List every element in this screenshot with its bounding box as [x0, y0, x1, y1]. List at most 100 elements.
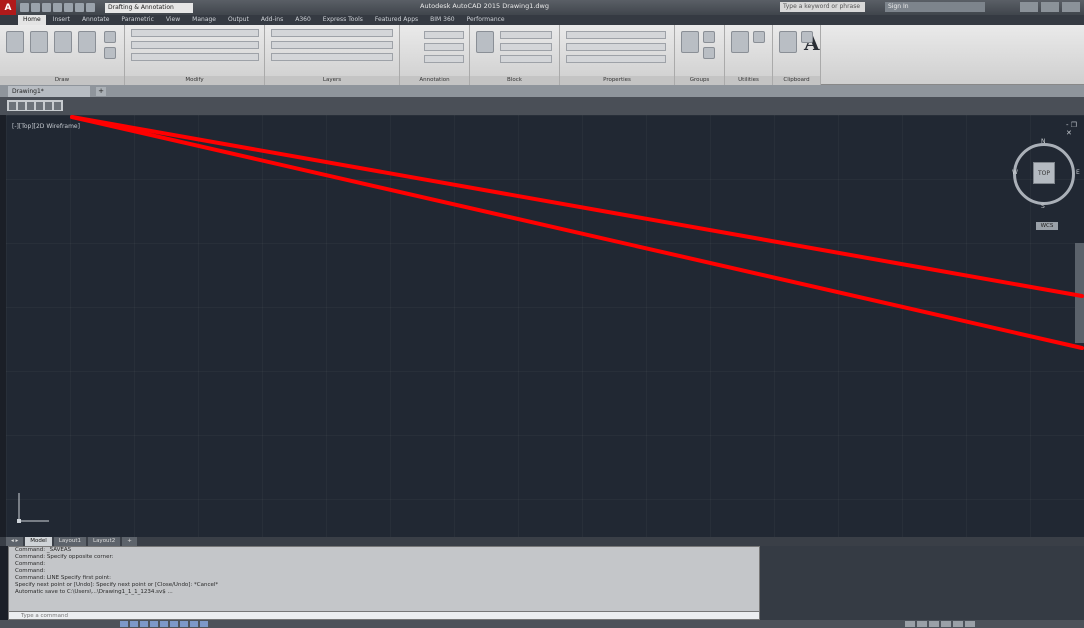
compass-south[interactable]: S [1041, 203, 1045, 210]
navigation-bar[interactable] [1075, 243, 1084, 343]
edit-attributes-row[interactable] [500, 55, 552, 63]
save-icon[interactable] [27, 101, 34, 110]
wcs-menu-button[interactable]: WCS [1036, 222, 1058, 230]
redo-icon[interactable] [86, 3, 95, 12]
sign-in-button[interactable]: Sign In [885, 2, 985, 12]
workspace-dropdown[interactable]: Drafting & Annotation [105, 2, 193, 13]
dimension-row[interactable] [424, 31, 464, 39]
dropdown-arrow-icon[interactable] [54, 101, 61, 110]
create-block-row[interactable] [500, 31, 552, 39]
new-tab-button[interactable]: + [96, 87, 106, 96]
undo-icon[interactable] [36, 101, 43, 110]
panel-modify: Modify [125, 25, 265, 85]
lineweight-dropdown[interactable] [566, 43, 666, 51]
arc-icon[interactable] [78, 31, 96, 53]
add-layout-button[interactable]: + [122, 537, 137, 546]
save-as-icon[interactable] [53, 3, 62, 12]
stretch-scale-array-row[interactable] [131, 53, 259, 61]
ungroup-icon[interactable] [703, 31, 715, 43]
tab-featured-apps[interactable]: Featured Apps [370, 15, 423, 25]
layer-tools-row[interactable] [271, 29, 393, 37]
redo-icon[interactable] [45, 101, 52, 110]
minimize-icon[interactable] [1020, 2, 1038, 12]
viewport-controls-label[interactable]: [-][Top][2D Wireframe] [12, 123, 80, 130]
layer-states-row[interactable] [271, 53, 393, 61]
layer-dropdown[interactable] [271, 41, 393, 49]
maximize-icon[interactable] [1041, 2, 1059, 12]
panel-groups: Groups [675, 25, 725, 85]
move-rotate-trim-row[interactable] [131, 29, 259, 37]
tab-bim360[interactable]: BIM 360 [425, 15, 459, 25]
tab-a360[interactable]: A360 [290, 15, 316, 25]
viewport-window-controls[interactable]: - ❐ ✕ [1066, 121, 1084, 137]
document-tab[interactable]: Drawing1* [8, 86, 90, 97]
tab-performance[interactable]: Performance [462, 15, 510, 25]
panel-utilities: Utilities [725, 25, 773, 85]
new-icon[interactable] [20, 3, 29, 12]
selection-cycling-icon[interactable] [200, 621, 208, 627]
tab-output[interactable]: Output [223, 15, 254, 25]
circle-icon[interactable] [54, 31, 72, 53]
leader-row[interactable] [424, 43, 464, 51]
clean-screen-icon[interactable] [953, 621, 963, 627]
paste-icon[interactable] [779, 31, 797, 53]
color-dropdown[interactable] [566, 31, 666, 39]
rectangle-icon[interactable] [104, 31, 116, 43]
copy-clip-icon[interactable] [801, 31, 813, 43]
linetype-dropdown[interactable] [566, 55, 666, 63]
customization-icon[interactable] [965, 621, 975, 627]
drawing-viewport[interactable] [6, 115, 1084, 537]
open-icon[interactable] [31, 3, 40, 12]
group-edit-icon[interactable] [703, 47, 715, 59]
otrack-icon[interactable] [170, 621, 178, 627]
close-icon[interactable] [1062, 2, 1080, 12]
measure-icon[interactable] [731, 31, 749, 53]
tab-add-ins[interactable]: Add-ins [256, 15, 288, 25]
tab-layout2[interactable]: Layout2 [88, 537, 121, 546]
quick-select-icon[interactable] [753, 31, 765, 43]
tab-manage[interactable]: Manage [187, 15, 221, 25]
tab-annotate[interactable]: Annotate [77, 15, 114, 25]
transparency-icon[interactable] [190, 621, 198, 627]
tab-express-tools[interactable]: Express Tools [318, 15, 368, 25]
command-input[interactable]: Type a command [8, 611, 760, 620]
search-input[interactable]: Type a keyword or phrase [780, 2, 865, 12]
tab-layout1[interactable]: Layout1 [53, 537, 86, 546]
tab-home[interactable]: Home [18, 15, 46, 25]
tab-view[interactable]: View [161, 15, 185, 25]
workspace-switch-icon[interactable] [917, 621, 927, 627]
line-icon[interactable] [6, 31, 24, 53]
lineweight-icon[interactable] [180, 621, 188, 627]
hatch-icon[interactable] [104, 47, 116, 59]
snap-icon[interactable] [130, 621, 138, 627]
insert-block-icon[interactable] [476, 31, 494, 53]
open-icon[interactable] [18, 101, 25, 110]
layout-tab-nav[interactable]: ◂ ▸ [6, 537, 24, 546]
copy-mirror-fillet-row[interactable] [131, 41, 259, 49]
tab-parametric[interactable]: Parametric [116, 15, 159, 25]
annotation-scale-icon[interactable] [905, 621, 915, 627]
group-icon[interactable] [681, 31, 699, 53]
undo-icon[interactable] [75, 3, 84, 12]
panel-clipboard: Clipboard [773, 25, 821, 85]
save-icon[interactable] [42, 3, 51, 12]
grid-icon[interactable] [120, 621, 128, 627]
ortho-icon[interactable] [140, 621, 148, 627]
compass-north[interactable]: N [1041, 138, 1046, 145]
viewcube[interactable]: TOP [1033, 162, 1055, 184]
tab-model[interactable]: Model [25, 537, 52, 546]
table-row[interactable] [424, 55, 464, 63]
edit-block-row[interactable] [500, 43, 552, 51]
polyline-icon[interactable] [30, 31, 48, 53]
osnap-icon[interactable] [160, 621, 168, 627]
plot-icon[interactable] [64, 3, 73, 12]
tab-insert[interactable]: Insert [48, 15, 75, 25]
panel-title-layers: Layers [265, 76, 399, 85]
polar-icon[interactable] [150, 621, 158, 627]
application-menu-button[interactable]: A [0, 0, 16, 15]
hardware-acceleration-icon[interactable] [941, 621, 951, 627]
isolate-objects-icon[interactable] [929, 621, 939, 627]
compass-east[interactable]: E [1076, 169, 1080, 176]
compass-west[interactable]: W [1012, 169, 1018, 176]
new-icon[interactable] [9, 101, 16, 110]
